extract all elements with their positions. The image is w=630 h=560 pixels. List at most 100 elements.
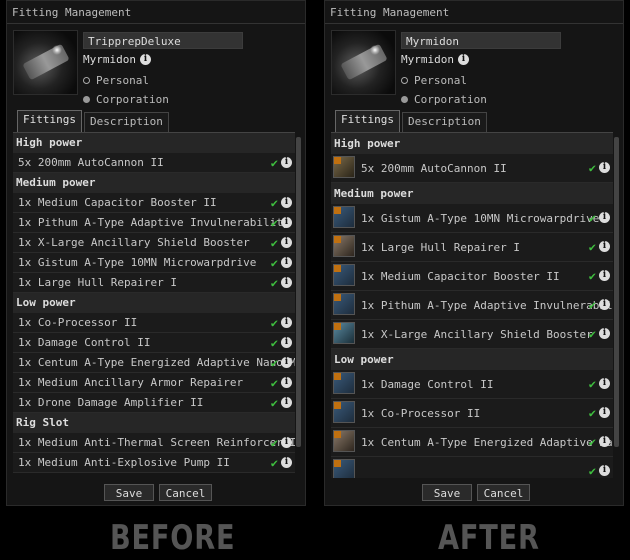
info-icon[interactable]: i — [139, 54, 151, 65]
module-label: 1x Damage Control II — [361, 378, 494, 391]
ship-type-label: Myrmidon — [83, 53, 136, 66]
tab-description[interactable]: Description — [401, 112, 487, 132]
module-row[interactable]: 1x Medium Ancillary Armor Repairer ✔ i — [13, 373, 295, 393]
cancel-button[interactable]: Cancel — [159, 484, 212, 501]
slot-group-header: High power — [331, 133, 613, 154]
checkmark-icon: ✔ — [270, 336, 278, 350]
checkmark-icon: ✔ — [270, 216, 278, 230]
info-icon[interactable]: i — [281, 217, 292, 228]
module-row[interactable]: 1x Pithum A-Type Adaptive Invulnerabilit… — [331, 291, 613, 320]
cancel-button[interactable]: Cancel — [477, 484, 530, 501]
radio-personal[interactable]: Personal — [83, 74, 149, 87]
module-row[interactable]: 1x Large Hull Repairer I ✔ i — [331, 233, 613, 262]
module-row[interactable]: 5x 200mm AutoCannon II ✔ i — [331, 154, 613, 183]
nano-membrane-icon — [333, 430, 355, 452]
module-row[interactable]: 5x 200mm AutoCannon II ✔ i — [13, 153, 295, 173]
module-row[interactable]: 1x Gistum A-Type 10MN Microwarpdrive ✔ i — [331, 204, 613, 233]
module-label: 1x Centum A-Type Energized Adaptive Nano… — [18, 356, 295, 369]
module-row[interactable]: 1x Centum A-Type Energized Adaptive Nano… — [13, 353, 295, 373]
module-row[interactable]: 1x Co-Processor II ✔ i — [331, 399, 613, 428]
info-icon[interactable]: i — [281, 397, 292, 408]
info-icon[interactable]: i — [281, 257, 292, 268]
module-row[interactable]: 1x Pithum A-Type Adaptive Invulnerabilit… — [13, 213, 295, 233]
window-titlebar[interactable]: Fitting Management — [325, 1, 623, 24]
module-label: 1x Centum A-Type Energized Adaptive Nano… — [361, 436, 613, 449]
info-icon[interactable]: i — [281, 317, 292, 328]
window-titlebar[interactable]: Fitting Management — [7, 1, 305, 24]
radio-button-icon[interactable] — [83, 96, 90, 103]
info-icon[interactable]: i — [281, 357, 292, 368]
fitting-name-field[interactable]: TripprepDeluxe — [83, 32, 243, 49]
checkmark-icon: ✔ — [588, 161, 596, 175]
info-icon[interactable]: i — [281, 437, 292, 448]
info-icon[interactable]: i — [599, 465, 610, 476]
module-row[interactable]: 1x Co-Processor II ✔ i — [13, 313, 295, 333]
scrollbar[interactable] — [296, 137, 301, 447]
module-row[interactable]: 1x Medium Anti-Thermal Screen Reinforcer… — [13, 433, 295, 453]
ship-type-label: Myrmidon — [401, 53, 454, 66]
radio-corporation[interactable]: Corporation — [83, 93, 169, 106]
checkmark-icon: ✔ — [270, 236, 278, 250]
tab-bar: Fittings Description — [17, 110, 169, 132]
info-icon[interactable]: i — [281, 337, 292, 348]
fitting-name-field[interactable]: Myrmidon — [401, 32, 561, 49]
module-row[interactable]: 1x Medium Capacitor Booster II ✔ i — [331, 262, 613, 291]
module-row[interactable]: 1x Drone Damage Amplifier II ✔ i — [13, 393, 295, 413]
autocannon-icon — [333, 156, 355, 178]
radio-button-icon[interactable] — [401, 77, 408, 84]
module-row[interactable]: 1x Damage Control II ✔ i — [331, 370, 613, 399]
info-icon[interactable]: i — [599, 241, 610, 252]
info-icon[interactable]: i — [599, 299, 610, 310]
info-icon[interactable]: i — [281, 157, 292, 168]
meta-tier-icon — [334, 323, 341, 330]
module-row[interactable]: 1x Centum A-Type Energized Adaptive Nano… — [331, 428, 613, 457]
info-icon[interactable]: i — [281, 277, 292, 288]
info-icon[interactable]: i — [281, 197, 292, 208]
meta-tier-icon — [334, 373, 341, 380]
tab-fittings[interactable]: Fittings — [335, 110, 400, 132]
radio-corporation[interactable]: Corporation — [401, 93, 487, 106]
checkmark-icon: ✔ — [270, 456, 278, 470]
info-icon[interactable]: i — [599, 436, 610, 447]
module-row[interactable]: ✔ i — [331, 457, 613, 478]
invulnerability-field-icon — [333, 293, 355, 315]
tab-fittings[interactable]: Fittings — [17, 110, 82, 132]
module-label: 1x Large Hull Repairer I — [18, 276, 177, 289]
meta-tier-icon — [334, 402, 341, 409]
module-row[interactable]: 1x X-Large Ancillary Shield Booster ✔ i — [331, 320, 613, 349]
info-icon[interactable]: i — [599, 407, 610, 418]
info-icon[interactable]: i — [599, 212, 610, 223]
save-button[interactable]: Save — [104, 484, 154, 501]
radio-button-icon[interactable] — [401, 96, 408, 103]
scrollbar[interactable] — [614, 137, 619, 447]
caption-after: AFTER — [438, 518, 540, 558]
info-icon[interactable]: i — [281, 377, 292, 388]
checkmark-icon: ✔ — [270, 436, 278, 450]
tab-description[interactable]: Description — [83, 112, 169, 132]
save-button[interactable]: Save — [422, 484, 472, 501]
info-icon[interactable]: i — [457, 54, 469, 65]
radio-button-icon[interactable] — [83, 77, 90, 84]
info-icon[interactable]: i — [599, 162, 610, 173]
module-row[interactable]: 1x Gistum A-Type 10MN Microwarpdrive ✔ i — [13, 253, 295, 273]
module-row[interactable]: 1x Large Hull Repairer I ✔ i — [13, 273, 295, 293]
module-label: 1x Medium Ancillary Armor Repairer — [18, 376, 244, 389]
module-row[interactable]: 1x Damage Control II ✔ i — [13, 333, 295, 353]
checkmark-icon: ✔ — [270, 356, 278, 370]
module-row[interactable]: 1x Medium Capacitor Booster II ✔ i — [13, 193, 295, 213]
meta-tier-icon — [334, 431, 341, 438]
info-icon[interactable]: i — [599, 378, 610, 389]
info-icon[interactable]: i — [281, 237, 292, 248]
module-label: 1x Co-Processor II — [361, 407, 481, 420]
checkmark-icon: ✔ — [588, 240, 596, 254]
info-icon[interactable]: i — [281, 457, 292, 468]
module-row[interactable]: 1x Medium Anti-Explosive Pump II ✔ i — [13, 453, 295, 473]
info-icon[interactable]: i — [599, 328, 610, 339]
info-icon[interactable]: i — [599, 270, 610, 281]
module-row[interactable]: 1x X-Large Ancillary Shield Booster ✔ i — [13, 233, 295, 253]
fitting-module-list: High power 5x 200mm AutoCannon II ✔ i Medium… — [331, 132, 613, 478]
module-label: 1x Large Hull Repairer I — [361, 241, 520, 254]
radio-label: Corporation — [96, 93, 169, 106]
module-label: 1x X-Large Ancillary Shield Booster — [361, 328, 593, 341]
radio-personal[interactable]: Personal — [401, 74, 467, 87]
